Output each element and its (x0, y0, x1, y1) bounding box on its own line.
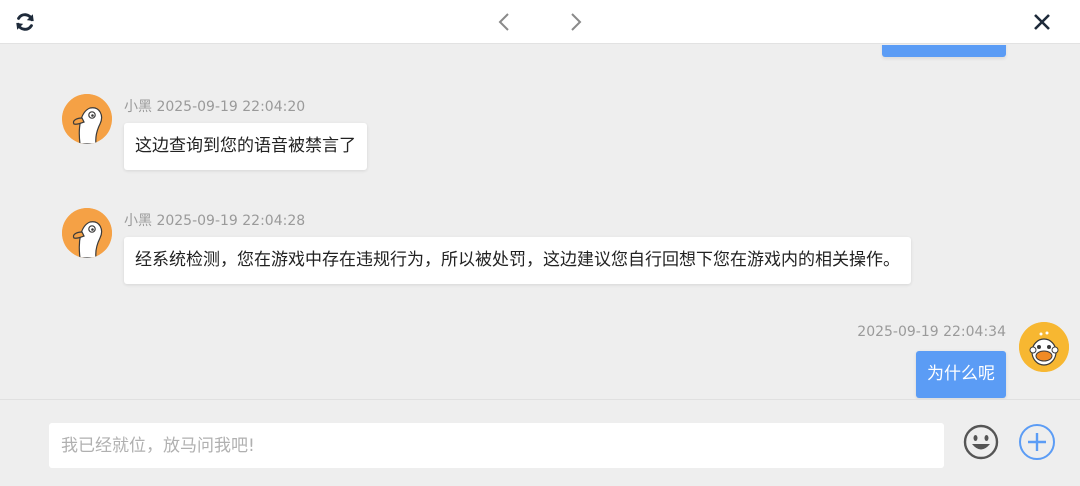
chat-message-list[interactable]: 小黑 2025-09-19 22:04:20 这边查询到您的语音被禁言了 小黑 … (0, 45, 1080, 399)
message-bubble: 经系统检测，您在游戏中存在违规行为，所以被处罚，这边建议您自行回想下您在游戏内的… (124, 237, 911, 284)
refresh-icon[interactable] (12, 10, 38, 34)
avatar (62, 208, 112, 258)
message-input[interactable] (49, 423, 944, 468)
emoji-icon[interactable] (962, 423, 1000, 461)
message-time: 2025-09-19 22:04:28 (156, 213, 306, 229)
chevron-left-icon[interactable] (490, 8, 518, 36)
previous-message-bubble (882, 45, 1006, 57)
message-composer (0, 399, 1080, 486)
avatar (62, 94, 112, 144)
message-time: 2025-09-19 22:04:20 (156, 99, 306, 115)
message-bubble: 这边查询到您的语音被禁言了 (124, 123, 367, 170)
message-bubble: 为什么呢 (916, 351, 1006, 398)
top-bar (0, 0, 1080, 44)
plus-circle-icon[interactable] (1018, 423, 1056, 461)
sender-name: 小黑 (124, 213, 152, 229)
message-time: 2025-09-19 22:04:34 (857, 324, 1006, 340)
chevron-right-icon[interactable] (562, 8, 590, 36)
sender-name: 小黑 (124, 99, 152, 115)
close-icon[interactable] (1028, 8, 1056, 36)
avatar (1019, 322, 1069, 372)
